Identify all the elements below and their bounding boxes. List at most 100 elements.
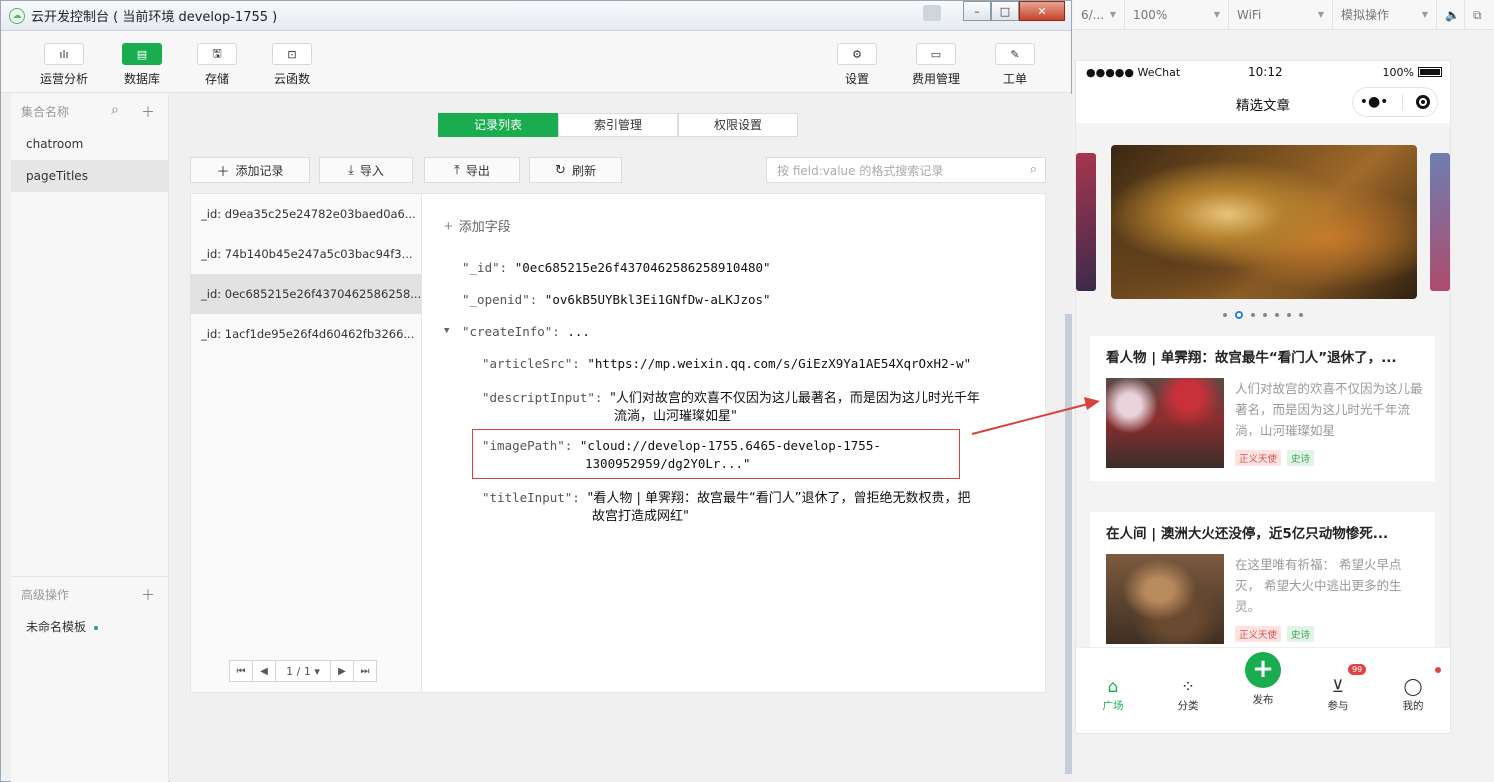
field-id[interactable]: "_id": "0ec685215e26f4370462586258910480…: [462, 260, 771, 275]
window-hint: [923, 5, 941, 21]
article-thumbnail: [1106, 554, 1224, 644]
volume-button[interactable]: 🔈: [1437, 0, 1465, 30]
field-key: "imagePath":: [482, 438, 573, 453]
field-titleinput[interactable]: "titleInput": "看人物 | 单霁翔：故宫最牛“看门人”退休了，曾拒…: [482, 487, 970, 506]
record-search-input[interactable]: 按 field:value 的格式搜索记录 ⌕: [766, 157, 1046, 183]
article-card[interactable]: 在人间 | 澳洲大火还没停，近5亿只动物惨死... 在这里唯有祈福： 希望火早点…: [1090, 512, 1435, 657]
export-button[interactable]: ⤒ 导出: [424, 157, 520, 183]
tool-ticket[interactable]: ✎ 工单: [985, 43, 1045, 87]
battery-icon: [1418, 67, 1442, 77]
pagination: ⏮ ◀ 1 / 1 ▾ ▶ ⏭: [229, 660, 377, 682]
grid-icon: ⁘: [1180, 677, 1196, 697]
storage-icon: 🖫: [197, 43, 237, 65]
tool-analytics[interactable]: ılı 运营分析: [34, 43, 94, 87]
record-item[interactable]: _id: d9ea35c25e24782e03baed0a6...: [191, 194, 421, 234]
prev-page-button[interactable]: ◀: [252, 660, 276, 682]
tool-settings[interactable]: ⚙ 设置: [827, 43, 887, 87]
carousel-dot[interactable]: [1251, 313, 1255, 317]
template-item[interactable]: 未命名模板: [11, 611, 168, 643]
carousel-dot[interactable]: [1263, 313, 1267, 317]
field-imagepath[interactable]: "imagePath": "cloud://develop-1755.6465-…: [482, 438, 881, 453]
collection-item-pagetitles[interactable]: pageTitles: [11, 160, 168, 192]
tab-join[interactable]: ⊻ 参与: [1308, 676, 1368, 713]
field-imagepath-cont: 1300952959/dg2Y0Lr...": [585, 456, 751, 471]
field-key: "_id":: [462, 260, 508, 275]
title-bar: ☁ 云开发控制台 ( 当前环境 develop-1755 ) – □ ✕: [1, 1, 1071, 31]
last-page-button[interactable]: ⏭: [353, 660, 377, 682]
field-articlesrc[interactable]: "articleSrc": "https://mp.weixin.qq.com/…: [482, 356, 971, 371]
chevron-down-icon: ▼: [1317, 9, 1324, 19]
field-value-cont: 1300952959/dg2Y0Lr...": [585, 456, 751, 471]
collection-header-label: 集合名称: [21, 104, 70, 119]
banner-image[interactable]: [1111, 145, 1417, 299]
cart-icon: ⊻: [1331, 677, 1345, 697]
first-page-button[interactable]: ⏮: [229, 660, 253, 682]
tab-category[interactable]: ⁘ 分类: [1158, 676, 1218, 713]
add-collection-icon[interactable]: ＋: [141, 102, 155, 122]
zoom-select[interactable]: 100% ▼: [1125, 0, 1229, 30]
search-icon[interactable]: ⌕: [1030, 162, 1037, 177]
tool-billing[interactable]: ▭ 费用管理: [906, 43, 966, 87]
add-template-icon[interactable]: ＋: [141, 585, 155, 605]
minimize-button[interactable]: –: [963, 1, 991, 21]
record-item[interactable]: _id: 74b140b45e247a5c03bac94f3...: [191, 234, 421, 274]
simulate-select[interactable]: 模拟操作 ▼: [1333, 0, 1437, 30]
carousel-dot[interactable]: [1275, 313, 1279, 317]
close-ring-icon[interactable]: [1416, 95, 1431, 109]
tab-records[interactable]: 记录列表: [438, 113, 558, 137]
record-list: _id: d9ea35c25e24782e03baed0a6... _id: 7…: [190, 193, 422, 693]
page-select[interactable]: 1 / 1 ▾: [275, 660, 331, 682]
add-record-button[interactable]: ＋ 添加记录: [190, 157, 310, 183]
field-descriptinput[interactable]: "descriptInput": "人们对故宫的欢喜不仅因为这儿最著名，而是因为…: [482, 387, 980, 406]
banner-prev-image[interactable]: [1076, 153, 1096, 291]
tool-label: 费用管理: [911, 72, 960, 86]
tag-badge: 正义天使: [1235, 626, 1282, 642]
field-value: "https://mp.weixin.qq.com/s/GiEzX9Ya1AE5…: [587, 356, 972, 371]
banner-next-image[interactable]: [1430, 153, 1450, 291]
field-titleinput-cont: 故宫打造成网红": [592, 505, 689, 524]
field-value: "cloud://develop-1755.6465-develop-1755-: [579, 438, 881, 453]
maximize-button[interactable]: □: [991, 1, 1019, 21]
carousel-dot[interactable]: [1299, 313, 1303, 317]
field-openid[interactable]: "_openid": "ov6kB5UYBkl3Ei1GNfDw-aLKJzos…: [462, 292, 771, 307]
field-key: "_openid":: [462, 292, 538, 307]
main-toolbar: ılı 运营分析 ▤ 数据库 🖫 存储 ⊡ 云函数 ⚙ 设置 ▭ 费用管理 ✎ …: [1, 31, 1071, 93]
tab-permissions[interactable]: 权限设置: [678, 113, 798, 137]
tab-publish[interactable]: 发布: [1233, 692, 1293, 707]
tab-mine[interactable]: ◯ 我的: [1383, 676, 1443, 713]
carousel-dot[interactable]: [1287, 313, 1291, 317]
next-page-button[interactable]: ▶: [330, 660, 354, 682]
carousel-dot-active[interactable]: [1235, 311, 1243, 319]
tab-square[interactable]: ⌂ 广场: [1083, 676, 1143, 713]
record-item-selected[interactable]: _id: 0ec685215e26f4370462586258...: [191, 274, 421, 314]
tool-label: 存储: [204, 72, 229, 86]
advanced-section: 高级操作 ＋ 未命名模板: [11, 576, 168, 643]
carousel-dot[interactable]: [1223, 313, 1227, 317]
import-button[interactable]: ⤓ 导入: [319, 157, 413, 183]
add-field-button[interactable]: + 添加字段: [444, 216, 511, 235]
import-label: 导入: [359, 163, 384, 178]
collection-item-chatroom[interactable]: chatroom: [11, 128, 168, 160]
article-card[interactable]: 看人物 | 单霁翔：故宫最牛“看门人”退休了，... 人们对故宫的欢喜不仅因为这…: [1090, 336, 1435, 481]
tab-indexes[interactable]: 索引管理: [558, 113, 678, 137]
network-select[interactable]: WiFi ▼: [1229, 0, 1333, 30]
chevron-down-icon: ▼: [1213, 9, 1220, 19]
tool-functions[interactable]: ⊡ 云函数: [262, 43, 322, 87]
collapse-triangle-icon[interactable]: ▼: [444, 326, 449, 336]
tool-storage[interactable]: 🖫 存储: [187, 43, 247, 87]
close-button[interactable]: ✕: [1019, 1, 1065, 21]
tab-label: 我的: [1402, 700, 1424, 712]
record-item[interactable]: _id: 1acf1de95e26f4d60462fb3266...: [191, 314, 421, 354]
refresh-button[interactable]: ↻ 刷新: [529, 157, 622, 183]
collection-sidebar: 集合名称 ⌕ ＋ chatroom pageTitles 高级操作 ＋ 未命名模…: [11, 94, 169, 782]
capsule-menu[interactable]: •●•: [1352, 87, 1438, 117]
tool-database[interactable]: ▤ 数据库: [112, 43, 172, 87]
device-select[interactable]: 6/... ▼: [1073, 0, 1125, 30]
popout-button[interactable]: ⧉: [1465, 0, 1493, 30]
more-dots-icon[interactable]: •●•: [1360, 94, 1389, 110]
add-field-label: 添加字段: [458, 219, 511, 234]
publish-plus-icon[interactable]: +: [1245, 652, 1281, 688]
search-icon[interactable]: ⌕: [111, 102, 119, 118]
field-createinfo[interactable]: "createInfo": ...: [462, 324, 590, 339]
scrollbar[interactable]: [1065, 314, 1072, 774]
